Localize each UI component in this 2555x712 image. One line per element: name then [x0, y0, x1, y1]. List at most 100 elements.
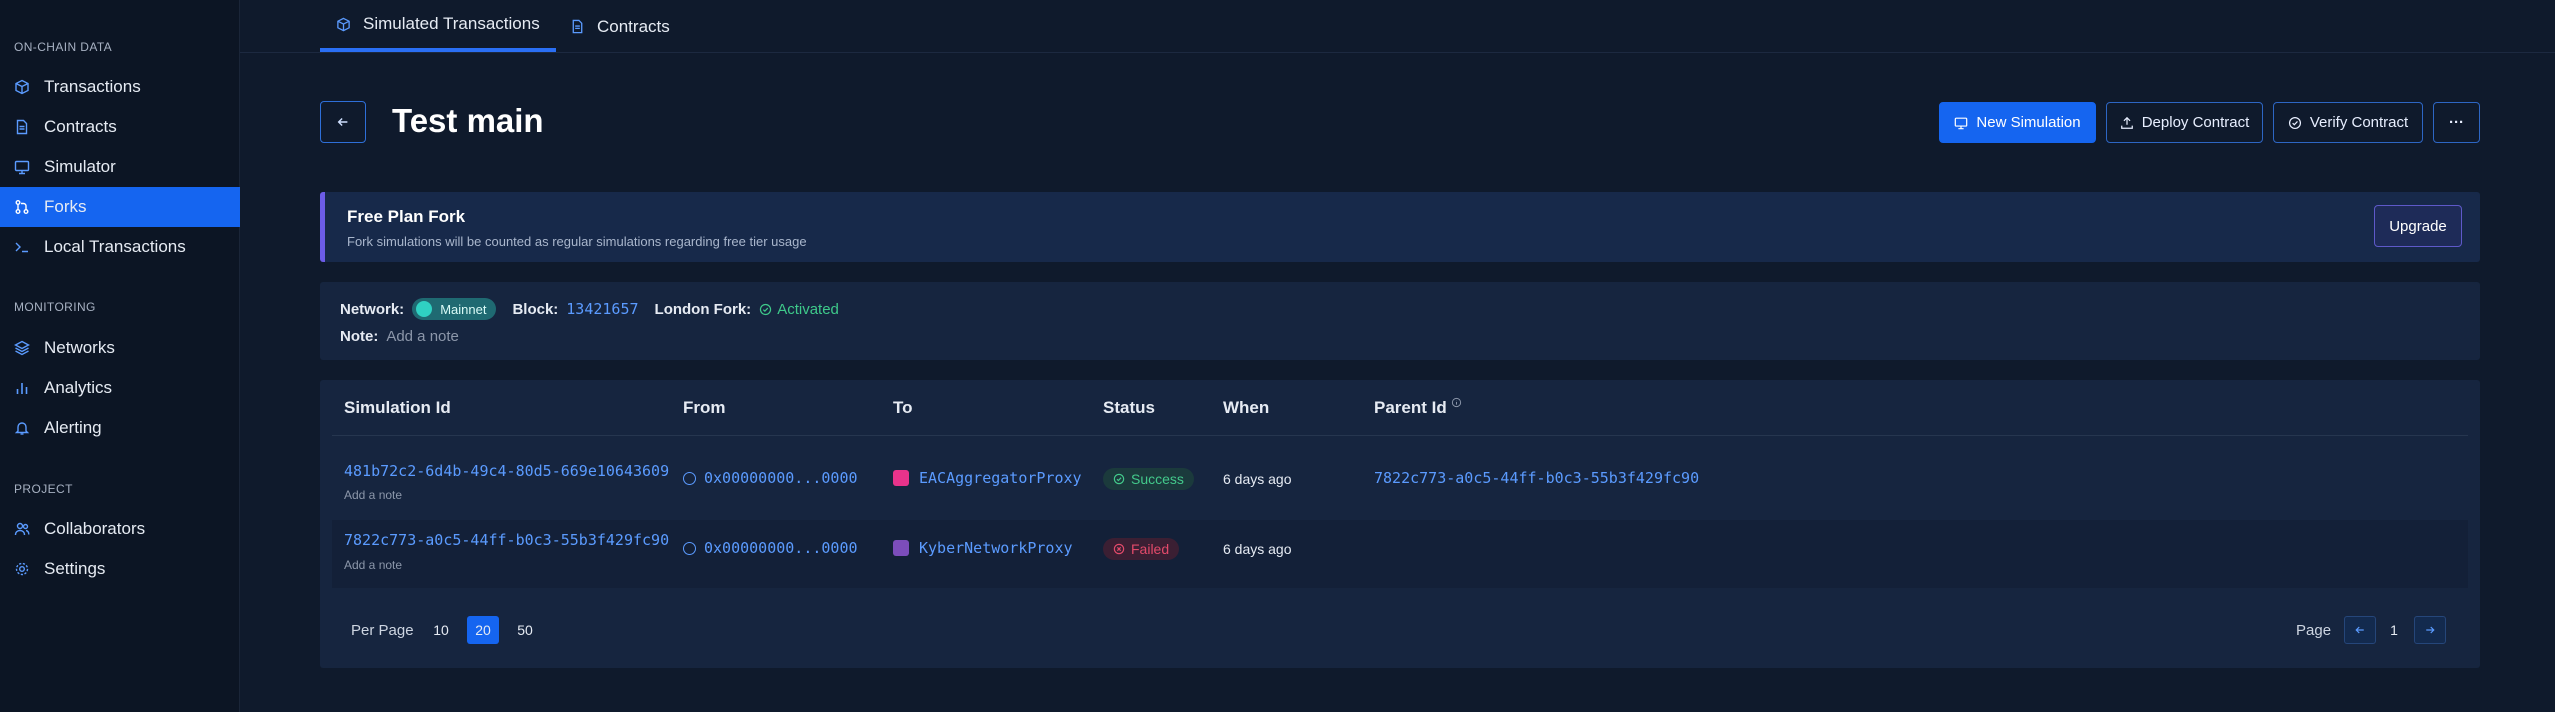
verify-contract-label: Verify Contract — [2309, 114, 2409, 131]
terminal-icon — [14, 239, 30, 255]
gear-icon — [14, 561, 30, 577]
sidebar-item-transactions[interactable]: Transactions — [0, 67, 240, 107]
london-fork-status: Activated — [777, 300, 839, 318]
contract-icon — [893, 540, 909, 556]
per-page-option-20[interactable]: 20 — [467, 616, 499, 644]
table-row[interactable]: 481b72c2-6d4b-49c4-80d5-669e10643609 Add… — [332, 444, 2468, 512]
check-circle-icon — [2288, 116, 2301, 129]
sidebar-item-label: Simulator — [44, 157, 116, 176]
tab-label: Simulated Transactions — [363, 14, 540, 33]
status-badge: Success — [1103, 468, 1194, 490]
column-header-parent-id: Parent Id — [1374, 397, 1462, 418]
info-icon[interactable] — [1451, 397, 1462, 408]
status-text: Success — [1131, 471, 1184, 487]
arrow-left-icon — [337, 118, 348, 126]
section-title-project: PROJECT — [14, 482, 73, 496]
sidebar-item-label: Analytics — [44, 378, 113, 397]
tab-contracts[interactable]: Contracts — [554, 0, 686, 53]
cube-icon — [337, 17, 350, 31]
sidebar-item-label: Collaborators — [44, 519, 146, 538]
per-page-option-50[interactable]: 50 — [509, 616, 541, 644]
sidebar-item-forks[interactable]: Forks — [0, 187, 240, 227]
address-icon — [683, 471, 696, 485]
sidebar-item-settings[interactable]: Settings — [0, 549, 240, 589]
document-icon — [14, 119, 30, 135]
from-address: 0x00000000...0000 — [704, 539, 858, 557]
sidebar-item-local-transactions[interactable]: Local Transactions — [0, 227, 240, 267]
free-plan-banner: Free Plan Fork Fork simulations will be … — [320, 192, 2480, 262]
contract-icon — [893, 470, 909, 486]
fork-info-panel: Network: Mainnet Block: 13421657 London … — [320, 282, 2480, 360]
simulation-id-link[interactable]: 481b72c2-6d4b-49c4-80d5-669e10643609 — [344, 462, 669, 480]
page-label: Page — [2296, 622, 2332, 639]
monitor-icon — [1955, 117, 1968, 129]
current-page: 1 — [2390, 622, 2398, 638]
network-badge: Mainnet — [412, 298, 497, 320]
sidebar-item-collaborators[interactable]: Collaborators — [0, 509, 240, 549]
to-contract-link[interactable]: KyberNetworkProxy — [893, 539, 1073, 557]
from-address: 0x00000000...0000 — [704, 469, 858, 487]
note-row: Note: Add a note — [340, 328, 459, 345]
to-contract-link[interactable]: EACAggregatorProxy — [893, 469, 1082, 487]
network-label: Network: — [340, 300, 405, 318]
tab-bar: Simulated Transactions Contracts — [240, 0, 2555, 53]
block-link[interactable]: 13421657 — [566, 300, 638, 318]
deploy-contract-label: Deploy Contract — [2141, 114, 2250, 131]
sidebar: ON-CHAIN DATA Transactions Contracts Sim… — [0, 0, 240, 712]
verify-contract-button[interactable]: Verify Contract — [2273, 102, 2423, 143]
sidebar-item-label: Networks — [44, 338, 115, 357]
sidebar-item-label: Contracts — [44, 117, 117, 136]
add-note-link[interactable]: Add a note — [344, 488, 402, 502]
sidebar-item-label: Settings — [44, 559, 106, 578]
fork-info-row: Network: Mainnet Block: 13421657 London … — [340, 298, 839, 320]
status-text: Failed — [1131, 541, 1170, 557]
users-icon — [14, 521, 30, 537]
sidebar-item-label: Alerting — [44, 418, 102, 437]
when-cell: 6 days ago — [1223, 541, 1292, 557]
sidebar-item-contracts[interactable]: Contracts — [0, 107, 240, 147]
simulations-table: Simulation Id From To Status When Parent… — [320, 380, 2480, 668]
tab-simulated-transactions[interactable]: Simulated Transactions — [320, 0, 556, 52]
tab-label: Contracts — [597, 16, 670, 36]
add-note-link[interactable]: Add a note — [344, 558, 402, 572]
table-row[interactable]: 7822c773-a0c5-44ff-b0c3-55b3f429fc90 Add… — [332, 520, 2468, 588]
sidebar-item-alerting[interactable]: Alerting — [0, 408, 240, 448]
column-header-simulation-id: Simulation Id — [344, 398, 451, 417]
network-icon — [416, 301, 433, 317]
banner-subtitle: Fork simulations will be counted as regu… — [347, 234, 807, 249]
column-header-status: Status — [1103, 398, 1155, 417]
section-title-on-chain-data: ON-CHAIN DATA — [14, 40, 113, 54]
arrow-left-icon — [2355, 626, 2364, 634]
next-page-button[interactable] — [2414, 616, 2446, 644]
previous-page-button[interactable] — [2344, 616, 2376, 644]
page-title: Test main — [392, 102, 544, 139]
address-icon — [683, 541, 696, 555]
sidebar-item-label: Forks — [44, 197, 87, 216]
monitor-icon — [14, 159, 30, 175]
back-button[interactable] — [320, 101, 366, 143]
from-address-link[interactable]: 0x00000000...0000 — [683, 469, 858, 487]
block-label: Block: — [512, 300, 559, 318]
deploy-contract-button[interactable]: Deploy Contract — [2106, 102, 2263, 143]
status-cell: Failed — [1103, 538, 1180, 560]
new-simulation-button[interactable]: New Simulation — [1939, 102, 2096, 143]
upgrade-button[interactable]: Upgrade — [2374, 205, 2462, 247]
check-circle-icon — [1113, 473, 1125, 485]
to-contract: EACAggregatorProxy — [919, 469, 1082, 487]
more-options-button[interactable]: ··· — [2433, 102, 2480, 143]
simulation-id-link[interactable]: 7822c773-a0c5-44ff-b0c3-55b3f429fc90 — [344, 531, 669, 549]
x-circle-icon — [1113, 543, 1125, 555]
parent-id-link[interactable]: 7822c773-a0c5-44ff-b0c3-55b3f429fc90 — [1374, 469, 1699, 487]
from-address-link[interactable]: 0x00000000...0000 — [683, 539, 858, 557]
add-note-input[interactable]: Add a note — [386, 328, 459, 345]
check-circle-icon — [760, 303, 772, 315]
per-page-option-10[interactable]: 10 — [425, 616, 457, 644]
sidebar-item-networks[interactable]: Networks — [0, 328, 240, 368]
sidebar-item-analytics[interactable]: Analytics — [0, 368, 240, 408]
document-icon — [572, 19, 583, 34]
new-simulation-label: New Simulation — [1976, 114, 2081, 131]
sidebar-item-label: Local Transactions — [44, 237, 186, 256]
sidebar-item-simulator[interactable]: Simulator — [0, 147, 240, 187]
column-header-from: From — [683, 398, 726, 417]
banner-title: Free Plan Fork — [347, 207, 466, 226]
